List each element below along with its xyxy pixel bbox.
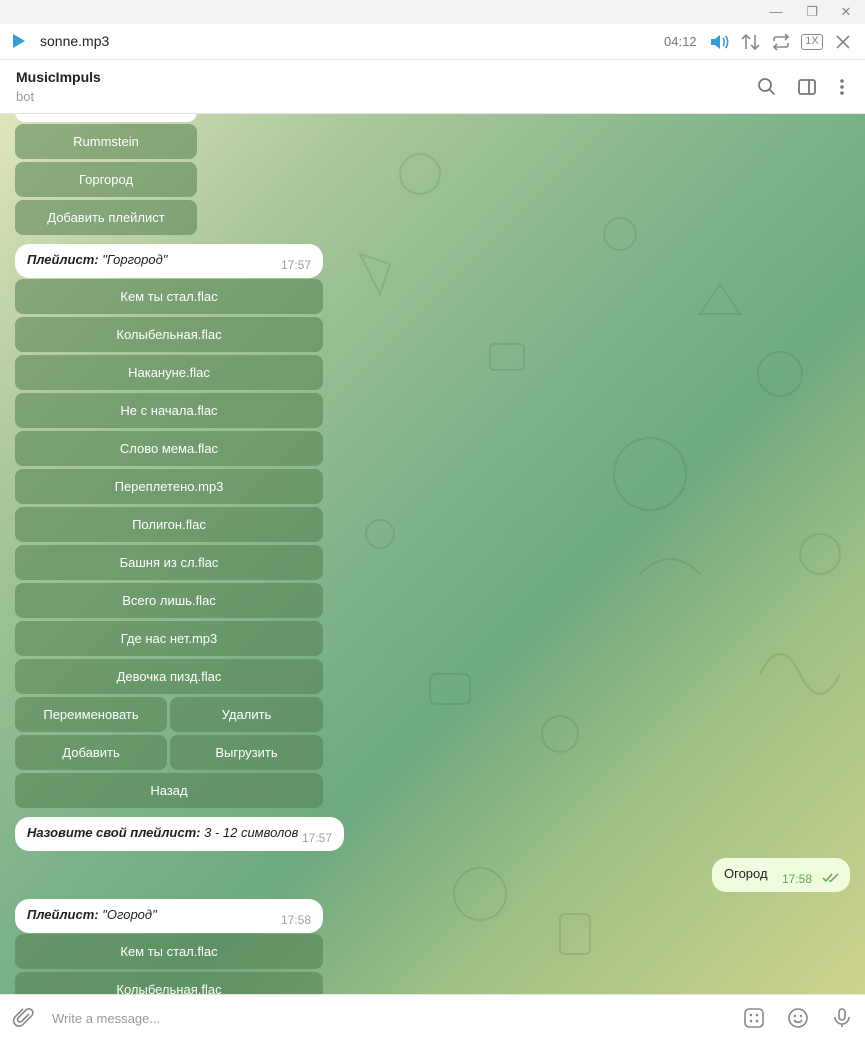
- message-bubble-partial: [15, 114, 197, 122]
- add-playlist-button[interactable]: Добавить плейлист: [15, 200, 197, 235]
- track-button[interactable]: Слово мема.flac: [15, 431, 323, 466]
- message-label: Назовите свой плейлист:: [27, 825, 201, 840]
- more-menu-icon[interactable]: [831, 76, 853, 98]
- bot-message: Назовите свой плейлист: 3 - 12 символов …: [15, 817, 344, 851]
- rename-button[interactable]: Переименовать: [15, 697, 167, 732]
- message-value: "Горгород": [102, 252, 168, 267]
- message-time: 17:58: [781, 872, 812, 886]
- restore-button[interactable]: ❐: [797, 0, 827, 24]
- add-button[interactable]: Добавить: [15, 735, 167, 770]
- track-button[interactable]: Всего лишь.flac: [15, 583, 323, 618]
- message-value: 3 - 12 символов: [204, 825, 299, 840]
- track-button[interactable]: Башня из сл.flac: [15, 545, 323, 580]
- track-button[interactable]: Не с начала.flac: [15, 393, 323, 428]
- track-button[interactable]: Кем ты стал.flac: [15, 934, 323, 969]
- attach-icon[interactable]: [12, 1006, 36, 1030]
- chat-title[interactable]: MusicImpuls: [16, 69, 101, 85]
- back-button[interactable]: Назад: [15, 773, 323, 808]
- chat-status: bot: [16, 89, 35, 104]
- minimize-button[interactable]: —: [761, 0, 791, 24]
- bot-message: Плейлист: "Горгород" 17:57: [15, 244, 323, 278]
- bot-message: Плейлист: "Огород" 17:58: [15, 899, 323, 933]
- message-label: Плейлист:: [27, 252, 99, 267]
- keyboard-button[interactable]: Горгород: [15, 162, 197, 197]
- user-message: Огород 17:58: [712, 858, 850, 892]
- close-player-icon[interactable]: [832, 32, 854, 52]
- volume-icon[interactable]: [708, 32, 730, 52]
- track-name[interactable]: sonne.mp3: [40, 33, 109, 49]
- microphone-icon[interactable]: [830, 1006, 854, 1030]
- chat-area: Rummstein Горгород Добавить плейлист Пле…: [0, 114, 865, 994]
- delete-button[interactable]: Удалить: [170, 697, 323, 732]
- track-button[interactable]: Накануне.flac: [15, 355, 323, 390]
- repeat-icon[interactable]: [770, 32, 792, 52]
- chat-header: MusicImpuls bot: [0, 60, 865, 114]
- track-button[interactable]: Переплетено.mp3: [15, 469, 323, 504]
- window-close-button[interactable]: ✕: [831, 0, 861, 24]
- sidebar-toggle-icon[interactable]: [796, 76, 818, 98]
- message-label: Плейлист:: [27, 907, 99, 922]
- message-value: "Огород": [102, 907, 157, 922]
- message-time: 17:57: [280, 258, 311, 272]
- track-button[interactable]: Девочка пизд.flac: [15, 659, 323, 694]
- track-button[interactable]: Кем ты стал.flac: [15, 279, 323, 314]
- message-time: 17:58: [280, 913, 311, 927]
- track-button[interactable]: Колыбельная.flac: [15, 317, 323, 352]
- track-button[interactable]: Колыбельная.flac: [15, 972, 323, 994]
- emoji-icon[interactable]: [786, 1006, 810, 1030]
- playback-speed-button[interactable]: 1X: [801, 34, 823, 50]
- bot-commands-icon[interactable]: [742, 1006, 766, 1030]
- keyboard-button[interactable]: Rummstein: [15, 124, 197, 159]
- window-titlebar: — ❐ ✕: [0, 0, 865, 24]
- audio-player-bar: sonne.mp3 04:12 1X: [0, 24, 865, 60]
- search-icon[interactable]: [756, 76, 778, 98]
- play-icon[interactable]: [13, 34, 25, 48]
- track-time: 04:12: [664, 34, 697, 49]
- export-button[interactable]: Выгрузить: [170, 735, 323, 770]
- track-button[interactable]: Где нас нет.mp3: [15, 621, 323, 656]
- message-text: Огород: [724, 866, 768, 881]
- read-checkmarks-icon: [822, 873, 839, 883]
- track-button[interactable]: Полигон.flac: [15, 507, 323, 542]
- message-composer: Write a message...: [0, 994, 865, 1039]
- order-icon[interactable]: [740, 32, 762, 52]
- message-time: 17:57: [301, 831, 332, 845]
- message-input[interactable]: Write a message...: [52, 1011, 160, 1026]
